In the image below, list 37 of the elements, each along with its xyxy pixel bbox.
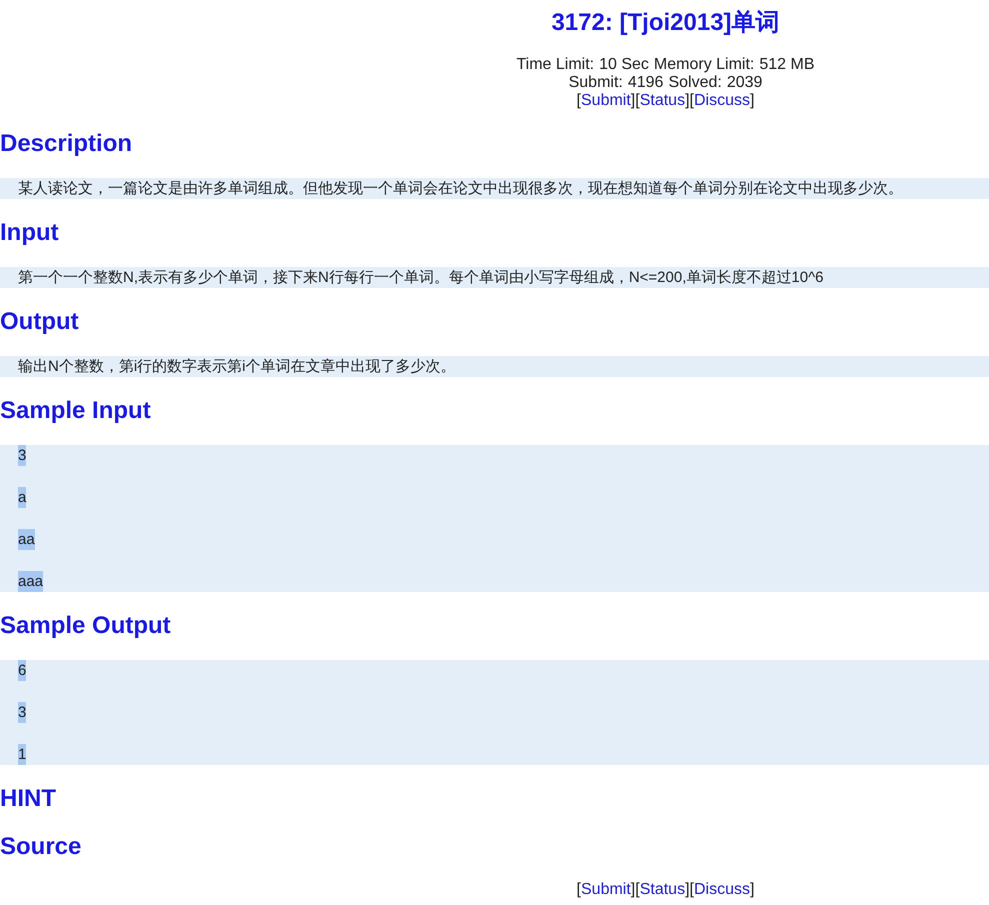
- nav-link[interactable]: Discuss: [694, 881, 750, 898]
- bracket-text: ]: [685, 92, 690, 109]
- bracket-text: ]: [750, 881, 754, 898]
- bracket-text: ]: [630, 92, 636, 109]
- bracket-text: [: [690, 92, 694, 109]
- bracket-text: ]: [750, 92, 754, 109]
- section-heading: Output: [0, 308, 80, 336]
- info-label: Submit:: [568, 74, 623, 92]
- section-heading: Source: [0, 833, 82, 861]
- section-heading: Description: [0, 130, 134, 158]
- bracket-text: [: [576, 92, 581, 109]
- description-text: 某人读论文，一篇论文是由许多单词组成。但他发现一个单词会在论文中出现很多次，现在想知道每个单词分别在论文中出现多少次。: [0, 178, 989, 199]
- bracket-text: ]: [685, 881, 690, 898]
- description-text: 第一个一个整数N,表示有多少个单词，接下来N行每行一个单词。每个单词由小写字母组成，N<=200,单词长度不超过10^6: [0, 267, 989, 288]
- problem-title: 3172: [Tjoi2013]单词: [550, 8, 781, 38]
- info-value: 4196: [628, 74, 664, 92]
- nav-link[interactable]: Submit: [581, 92, 631, 109]
- section-heading: Input: [0, 219, 60, 247]
- bracket-text: [: [576, 881, 581, 898]
- bracket-text: [: [635, 881, 640, 898]
- info-label: Time Limit:: [516, 56, 594, 74]
- info-value: 2039: [726, 74, 762, 92]
- info-value: 512 MB: [759, 56, 815, 74]
- description-text: 输出N个整数，第i行的数字表示第i个单词在文章中出现了多少次。: [0, 356, 989, 377]
- nav-link[interactable]: Status: [640, 881, 686, 898]
- nav-link[interactable]: Discuss: [694, 92, 750, 109]
- bracket-text: ]: [630, 881, 636, 898]
- bracket-text: [: [635, 92, 640, 109]
- info-label: Solved:: [668, 74, 722, 92]
- section-heading: Sample Output: [0, 612, 172, 640]
- section-heading: HINT: [0, 785, 57, 813]
- bracket-text: [: [690, 881, 694, 898]
- info-label: Memory Limit:: [654, 56, 754, 74]
- nav-link[interactable]: Status: [640, 92, 686, 109]
- info-value: 10 Sec: [599, 56, 649, 74]
- section-heading: Sample Input: [0, 397, 152, 425]
- nav-link[interactable]: Submit: [581, 881, 631, 898]
